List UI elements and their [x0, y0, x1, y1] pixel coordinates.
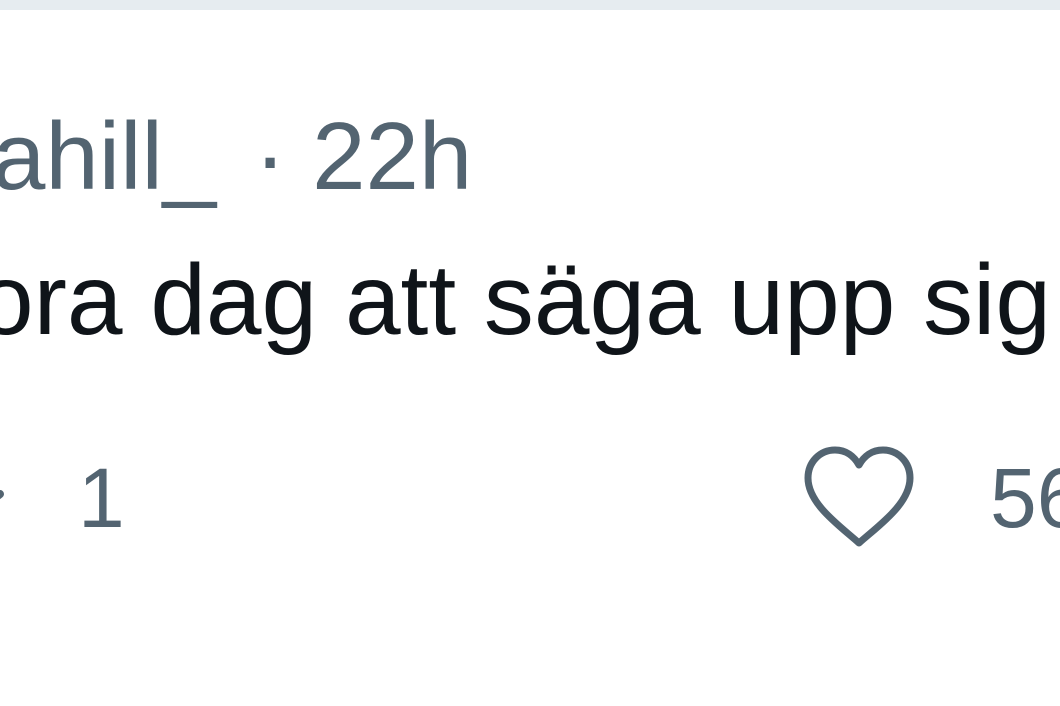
like-button[interactable]: [800, 442, 918, 554]
meta-separator: ·: [254, 103, 287, 210]
user-handle[interactable]: ahill_: [0, 103, 216, 210]
tweet-text: ora dag att säga upp sig: [0, 244, 1051, 356]
like-count: 56: [990, 451, 1060, 545]
tweet-timestamp[interactable]: 22h: [312, 103, 472, 210]
tweet-meta: ahill_ · 22h: [0, 102, 472, 212]
heart-icon: [804, 446, 914, 547]
tweet-actions: 1 56: [0, 430, 1060, 570]
top-divider: [0, 0, 1060, 10]
reply-icon[interactable]: [0, 464, 30, 524]
reply-count: 1: [78, 451, 125, 545]
tweet[interactable]: ahill_ ·22h ora dag att säga upp sig 1 56: [0, 10, 1060, 706]
